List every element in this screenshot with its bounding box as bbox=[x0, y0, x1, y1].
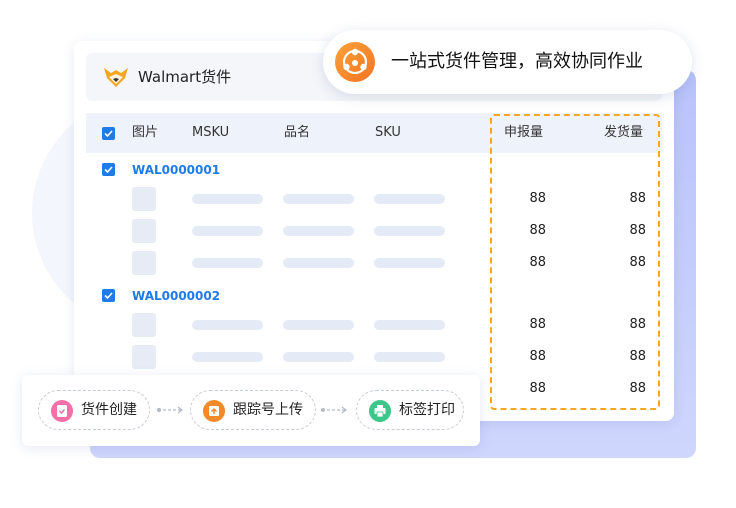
checkmark-icon bbox=[104, 292, 113, 299]
sku-placeholder bbox=[374, 258, 445, 268]
clipboard-check-icon bbox=[51, 400, 73, 422]
msku-placeholder bbox=[192, 258, 263, 268]
column-header-msku: MSKU bbox=[192, 125, 230, 140]
name-placeholder bbox=[283, 320, 354, 330]
column-header-sku: SKU bbox=[375, 125, 401, 140]
card-title: Walmart货件 bbox=[138, 68, 232, 86]
name-placeholder bbox=[283, 194, 354, 204]
msku-placeholder bbox=[192, 320, 263, 330]
step-upload-tracking[interactable]: 跟踪号上传 bbox=[190, 390, 316, 430]
step-print-label[interactable]: 标签打印 bbox=[356, 390, 464, 430]
name-placeholder bbox=[283, 258, 354, 268]
msku-placeholder bbox=[192, 194, 263, 204]
msku-placeholder bbox=[192, 226, 263, 236]
step-label: 货件创建 bbox=[81, 402, 137, 418]
banner-text: 一站式货件管理，高效协同作业 bbox=[391, 51, 643, 72]
msku-placeholder bbox=[192, 352, 263, 362]
order-number[interactable]: WAL0000001 bbox=[132, 162, 220, 178]
name-placeholder bbox=[283, 226, 354, 236]
select-all-checkbox[interactable] bbox=[102, 127, 115, 140]
checkmark-icon bbox=[104, 166, 113, 173]
name-placeholder bbox=[283, 352, 354, 362]
upload-icon bbox=[203, 400, 225, 422]
arrow-right-icon bbox=[157, 406, 183, 414]
order-number[interactable]: WAL0000002 bbox=[132, 288, 220, 304]
arrow-right-icon bbox=[321, 406, 347, 414]
workflow-panel: 货件创建 跟踪号上传 标签打印 bbox=[22, 375, 480, 446]
feature-banner: 一站式货件管理，高效协同作业 bbox=[323, 30, 692, 94]
product-thumbnail bbox=[132, 345, 156, 369]
product-thumbnail bbox=[132, 251, 156, 275]
checkmark-icon bbox=[104, 130, 113, 137]
product-thumbnail bbox=[132, 219, 156, 243]
fox-logo-icon bbox=[104, 68, 128, 87]
quantity-highlight-frame bbox=[490, 114, 660, 410]
sku-placeholder bbox=[374, 194, 445, 204]
sku-placeholder bbox=[374, 352, 445, 362]
column-header-image: 图片 bbox=[132, 125, 159, 140]
collaboration-glyph-icon bbox=[342, 48, 368, 75]
step-create-shipment[interactable]: 货件创建 bbox=[38, 390, 150, 430]
order-checkbox[interactable] bbox=[102, 163, 115, 176]
collaboration-icon bbox=[335, 42, 375, 82]
printer-icon bbox=[369, 400, 391, 422]
column-header-name: 品名 bbox=[284, 125, 311, 140]
product-thumbnail bbox=[132, 187, 156, 211]
step-label: 标签打印 bbox=[399, 402, 455, 418]
step-label: 跟踪号上传 bbox=[233, 402, 303, 418]
sku-placeholder bbox=[374, 320, 445, 330]
product-thumbnail bbox=[132, 313, 156, 337]
sku-placeholder bbox=[374, 226, 445, 236]
order-checkbox[interactable] bbox=[102, 289, 115, 302]
